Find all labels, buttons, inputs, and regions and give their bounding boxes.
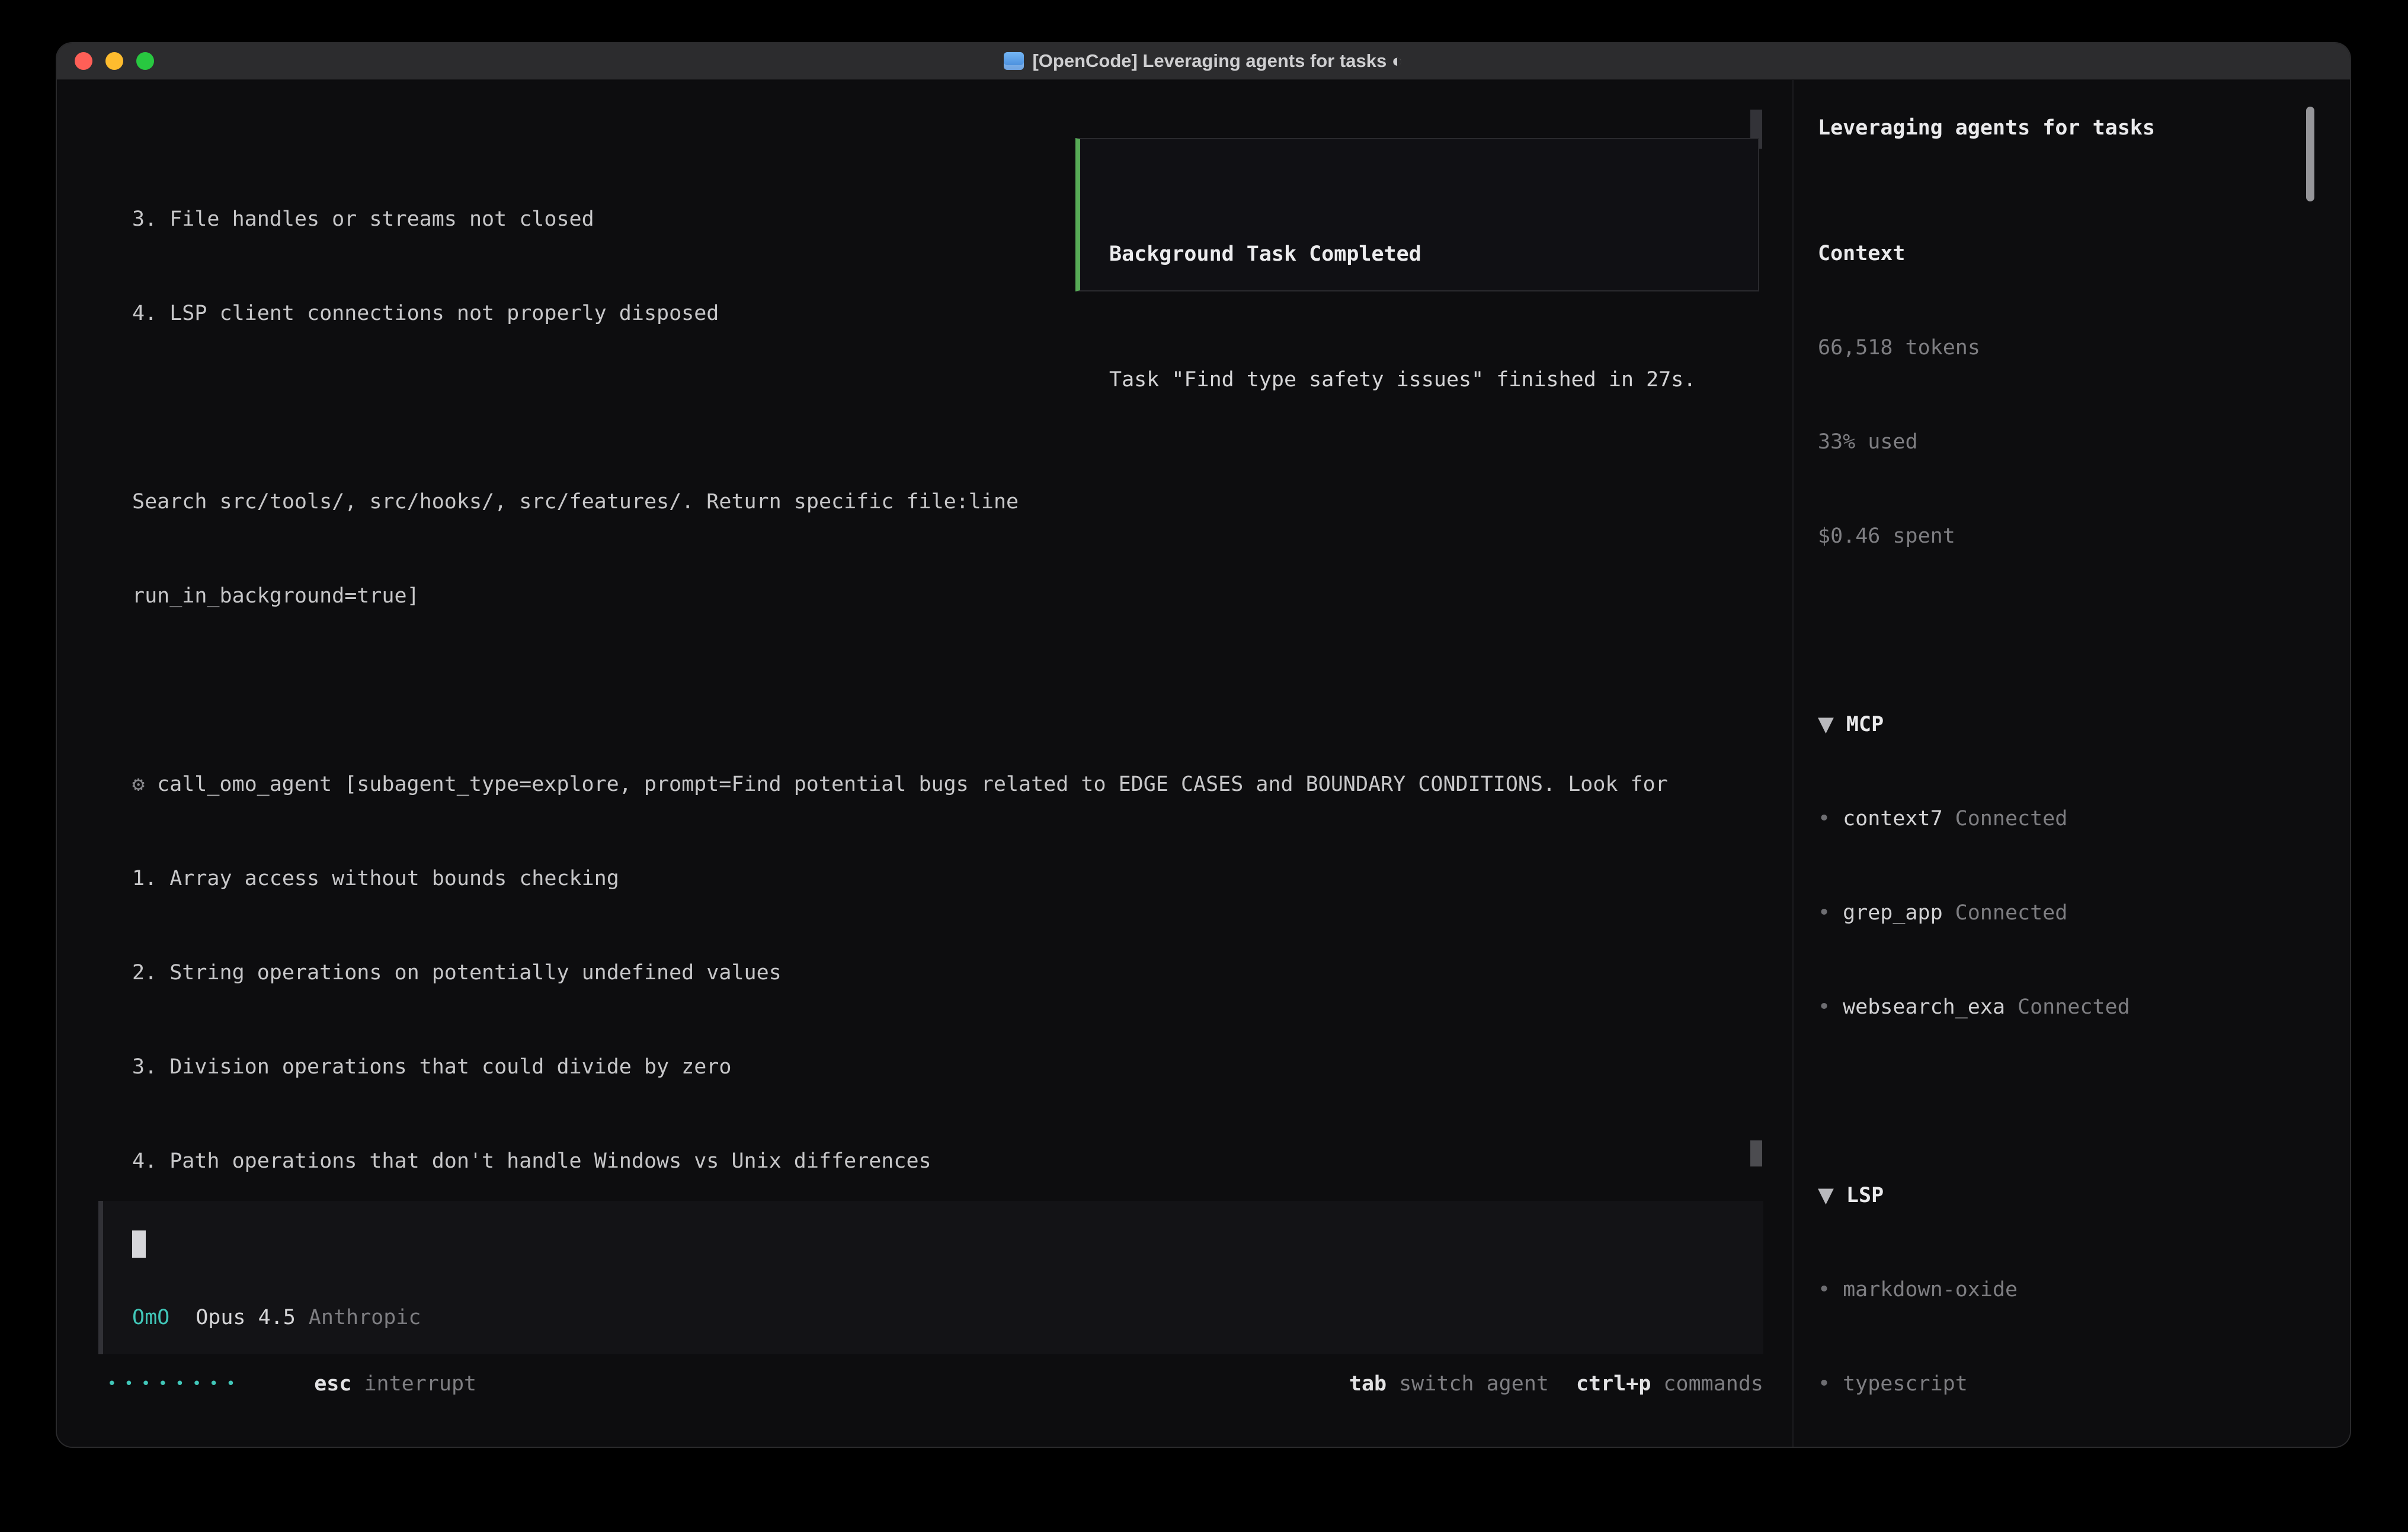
chevron-down-icon: ▼	[1818, 1184, 1834, 1207]
tool-call-text: call_omo_agent [subagent_type=explore, p…	[157, 773, 1668, 796]
context-section: Context 66,518 tokens 33% used $0.46 spe…	[1818, 175, 2288, 615]
input-provider: Anthropic	[309, 1306, 421, 1329]
mcp-heading: MCP	[1846, 713, 1884, 736]
background-task-toast: Background Task Completed Task "Find typ…	[1075, 138, 1759, 291]
lsp-name: markdown-oxide	[1843, 1278, 2018, 1302]
toast-title: Background Task Completed	[1109, 239, 1758, 270]
terminal-line: 3. Division operations that could divide…	[98, 1052, 1792, 1083]
bullet-icon: •	[1818, 995, 1830, 1019]
commands-hint: ctrl+p commands	[1576, 1372, 1763, 1396]
prompt-editor[interactable]: OmO Opus 4.5 Anthropic	[98, 1201, 1763, 1354]
terminal-main: 3. File handles or streams not closed 4.…	[57, 80, 1792, 1447]
lsp-name: typescript	[1843, 1372, 1968, 1396]
lsp-item: • typescript	[1818, 1368, 2288, 1400]
mcp-heading-row[interactable]: ▼ MCP	[1818, 709, 2288, 741]
commands-label: commands	[1663, 1372, 1763, 1396]
context-spent: $0.46 spent	[1818, 521, 2288, 552]
mcp-name: context7	[1843, 807, 1943, 831]
interrupt-label: interrupt	[364, 1372, 476, 1396]
switch-agent-label: switch agent	[1399, 1372, 1549, 1396]
lsp-heading-row[interactable]: ▼ LSP	[1818, 1180, 2288, 1212]
minimize-button[interactable]	[105, 52, 123, 70]
terminal-line: Search src/tools/, src/hooks/, src/featu…	[98, 486, 1792, 518]
mcp-item: • websearch_exa Connected	[1818, 992, 2288, 1023]
tab-hint: tab switch agent	[1349, 1372, 1549, 1396]
input-model: Opus 4.5	[196, 1306, 296, 1329]
status-bar: •••••••• esc interrupt tab switch agent …	[107, 1368, 1763, 1399]
bullet-icon: •	[1818, 901, 1830, 925]
context-used: 33% used	[1818, 427, 2288, 458]
app-window: [OpenCode] Leveraging agents for tasks ◐…	[57, 43, 2350, 1447]
bullet-icon: •	[1818, 807, 1830, 831]
terminal-doc-icon	[1004, 52, 1024, 70]
spinner-dots: ••••••••	[107, 1375, 243, 1393]
terminal-line: run_in_background=true]	[98, 581, 1792, 612]
scrollbar-thumb[interactable]	[1750, 1140, 1762, 1166]
mcp-name: grep_app	[1843, 901, 1943, 925]
gear-icon: ⚙	[132, 773, 145, 796]
terminal-line: 1. Array access without bounds checking	[98, 863, 1792, 895]
close-button[interactable]	[75, 52, 92, 70]
traffic-lights	[75, 43, 154, 79]
window-title-wrap: [OpenCode] Leveraging agents for tasks ◐	[1004, 50, 1402, 72]
input-agent-name: OmO	[132, 1306, 169, 1329]
context-tokens: 66,518 tokens	[1818, 332, 2288, 364]
tab-key: tab	[1349, 1372, 1386, 1396]
text-cursor	[132, 1230, 146, 1258]
sidebar-scrollbar-thumb[interactable]	[2306, 107, 2314, 201]
zoom-button[interactable]	[136, 52, 154, 70]
terminal-line: 4. Path operations that don't handle Win…	[98, 1146, 1792, 1175]
context-heading: Context	[1818, 238, 2288, 270]
esc-hint: esc interrupt	[314, 1372, 476, 1396]
mcp-status: Connected	[1955, 901, 2068, 925]
lsp-section: ▼LSP •markdown-oxide •typescript •eslint	[1818, 1117, 2288, 1447]
lsp-item: • markdown-oxide	[1818, 1274, 2288, 1306]
bullet-icon: •	[1818, 1278, 1830, 1302]
window-title: [OpenCode] Leveraging agents for tasks ◐	[1032, 50, 1402, 72]
editor-meta: OmO Opus 4.5 Anthropic	[132, 1306, 1763, 1329]
mcp-section: ▼ MCP • context7 Connected • grep_app Connect…	[1818, 646, 2288, 1086]
terminal-line: 2. String operations on potentially unde…	[98, 957, 1792, 989]
chevron-down-icon: ▼	[1818, 713, 1834, 736]
toast-body: Task "Find type safety issues" finished …	[1109, 364, 1758, 396]
esc-key: esc	[314, 1372, 351, 1396]
bullet-icon: •	[1818, 1372, 1830, 1396]
mcp-status: Connected	[2018, 995, 2130, 1019]
ctrlp-key: ctrl+p	[1576, 1372, 1651, 1396]
tool-call-line: ⚙ call_omo_agent [subagent_type=explore, …	[98, 769, 1792, 800]
sidebar: Leveraging agents for tasks Context 66,5…	[1792, 80, 2350, 1447]
session-title: Leveraging agents for tasks	[1818, 113, 2288, 144]
window-titlebar: [OpenCode] Leveraging agents for tasks ◐	[57, 43, 2350, 80]
lsp-heading: LSP	[1846, 1184, 1884, 1207]
mcp-item: • context7 Connected	[1818, 803, 2288, 835]
mcp-name: websearch_exa	[1843, 995, 2005, 1019]
mcp-status: Connected	[1955, 807, 2068, 831]
terminal-scrollback[interactable]: 3. File handles or streams not closed 4.…	[57, 80, 1792, 1175]
mcp-item: • grep_app Connected	[1818, 898, 2288, 929]
